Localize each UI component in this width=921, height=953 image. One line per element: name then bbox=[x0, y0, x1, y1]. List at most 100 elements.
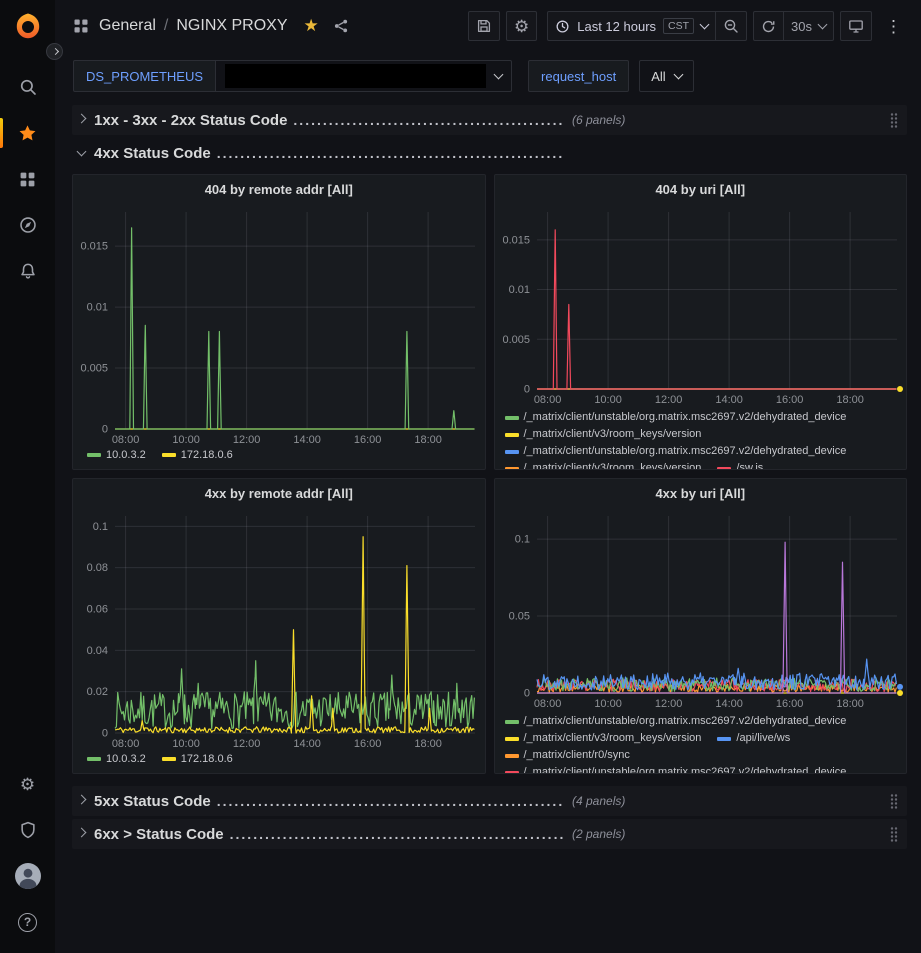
legend-swatch bbox=[505, 737, 519, 741]
sidebar-item-help[interactable]: ? bbox=[0, 899, 55, 945]
timeseries-chart[interactable]: 00.020.040.060.080.108:0010:0012:0014:00… bbox=[73, 507, 485, 751]
row-drag-handle[interactable] bbox=[889, 793, 899, 809]
timeseries-chart[interactable]: 00.0050.010.01508:0010:0012:0014:0016:00… bbox=[495, 203, 907, 407]
legend-item[interactable]: /_matrix/client/unstable/org.matrix.msc2… bbox=[505, 409, 847, 426]
favorite-star-icon[interactable]: ★ bbox=[304, 16, 319, 36]
cycle-view-button[interactable] bbox=[840, 11, 872, 41]
svg-text:0.1: 0.1 bbox=[514, 534, 529, 546]
svg-text:18:00: 18:00 bbox=[414, 434, 442, 446]
zoom-out-icon bbox=[723, 18, 739, 34]
legend-item[interactable]: /api/live/ws bbox=[717, 730, 790, 747]
legend-item[interactable]: /_matrix/client/v3/room_keys/version bbox=[505, 730, 702, 747]
legend-item[interactable]: /_matrix/client/v3/room_keys/version bbox=[505, 426, 702, 443]
legend-item[interactable]: /_matrix/client/r0/sync bbox=[505, 747, 630, 764]
legend-item[interactable]: /sw.js bbox=[717, 460, 763, 469]
sidebar-expand-toggle[interactable] bbox=[46, 43, 63, 60]
refresh-interval-picker[interactable]: 30s bbox=[784, 11, 834, 41]
svg-text:10:00: 10:00 bbox=[172, 738, 200, 750]
legend-item[interactable]: /_matrix/client/unstable/org.matrix.msc2… bbox=[505, 764, 847, 773]
svg-text:0: 0 bbox=[102, 728, 108, 740]
zoom-out-button[interactable] bbox=[716, 11, 747, 41]
star-icon bbox=[18, 124, 37, 143]
sidebar-item-alerting[interactable] bbox=[0, 248, 55, 294]
datasource-variable: DS_PROMETHEUS bbox=[73, 60, 512, 92]
refresh-button[interactable] bbox=[753, 11, 784, 41]
breadcrumb-section[interactable]: General bbox=[99, 17, 156, 35]
share-icon[interactable] bbox=[333, 18, 349, 34]
dashboards-grid-icon[interactable] bbox=[73, 18, 89, 34]
svg-text:0.01: 0.01 bbox=[87, 302, 108, 314]
svg-text:08:00: 08:00 bbox=[112, 738, 140, 750]
chevron-down-icon bbox=[77, 147, 87, 157]
panel-header-menu[interactable]: 404 by uri [All] bbox=[495, 175, 907, 203]
sidebar-item-starred[interactable] bbox=[0, 110, 55, 156]
sidebar: ⚙ ? bbox=[0, 0, 55, 953]
row-panel-count: (2 panels) bbox=[572, 827, 625, 841]
refresh-icon bbox=[761, 19, 776, 34]
main-area: General / NGINX PROXY ★ bbox=[55, 0, 921, 953]
svg-text:0.015: 0.015 bbox=[502, 234, 530, 246]
sidebar-item-explore[interactable] bbox=[0, 202, 55, 248]
legend-item[interactable]: 10.0.3.2 bbox=[87, 753, 146, 765]
panel-header-menu[interactable]: 404 by remote addr [All] bbox=[73, 175, 485, 203]
time-range-picker[interactable]: Last 12 hours CST bbox=[547, 11, 716, 41]
sidebar-item-server-admin[interactable] bbox=[0, 807, 55, 853]
svg-text:14:00: 14:00 bbox=[293, 738, 321, 750]
legend-item[interactable]: 10.0.3.2 bbox=[87, 449, 146, 461]
legend-label: /_matrix/client/v3/room_keys/version bbox=[524, 426, 702, 443]
svg-text:0.1: 0.1 bbox=[93, 521, 108, 533]
panel-title: 404 by remote addr [All] bbox=[205, 182, 353, 197]
timezone-badge: CST bbox=[663, 18, 694, 34]
chevron-right-icon bbox=[77, 795, 87, 805]
timeseries-chart[interactable]: 00.0050.010.01508:0010:0012:0014:0016:00… bbox=[73, 203, 485, 447]
redacted-value bbox=[225, 64, 486, 88]
datasource-variable-value[interactable] bbox=[216, 60, 512, 92]
kebab-menu-button[interactable]: ⋮ bbox=[878, 11, 909, 41]
legend-label: /_matrix/client/v3/room_keys/version bbox=[524, 730, 702, 747]
row-6xx[interactable]: 6xx > Status Code ......................… bbox=[72, 819, 907, 849]
svg-text:14:00: 14:00 bbox=[715, 394, 743, 406]
svg-text:10:00: 10:00 bbox=[172, 434, 200, 446]
panel-header-menu[interactable]: 4xx by remote addr [All] bbox=[73, 479, 485, 507]
gear-icon: ⚙ bbox=[20, 776, 35, 793]
svg-text:0.015: 0.015 bbox=[80, 241, 108, 253]
row-dots: ........................................… bbox=[217, 793, 564, 809]
svg-text:0.02: 0.02 bbox=[87, 686, 108, 698]
top-bar: General / NGINX PROXY ★ bbox=[55, 0, 921, 52]
legend-swatch bbox=[87, 453, 101, 457]
timeseries-chart[interactable]: 00.050.108:0010:0012:0014:0016:0018:00 bbox=[495, 507, 907, 711]
sidebar-item-settings[interactable]: ⚙ bbox=[0, 761, 55, 807]
sidebar-item-search[interactable] bbox=[0, 64, 55, 110]
save-dashboard-button[interactable] bbox=[468, 11, 500, 41]
request-host-variable: request_host All bbox=[528, 60, 694, 92]
row-drag-handle[interactable] bbox=[889, 826, 899, 842]
legend-item[interactable]: 172.18.0.6 bbox=[162, 753, 233, 765]
request-host-variable-label[interactable]: request_host bbox=[528, 60, 629, 92]
row-5xx[interactable]: 5xx Status Code ........................… bbox=[72, 786, 907, 816]
row-dots: ........................................… bbox=[217, 145, 564, 161]
panel-header-menu[interactable]: 4xx by uri [All] bbox=[495, 479, 907, 507]
svg-text:18:00: 18:00 bbox=[836, 698, 864, 710]
chevron-right-icon bbox=[77, 828, 87, 838]
sidebar-item-profile[interactable] bbox=[0, 853, 55, 899]
legend-item[interactable]: /_matrix/client/v3/room_keys/version bbox=[505, 460, 702, 469]
legend-swatch bbox=[162, 757, 176, 761]
request-host-variable-value[interactable]: All bbox=[639, 60, 693, 92]
row-drag-handle[interactable] bbox=[889, 112, 899, 128]
legend-item[interactable]: /_matrix/client/unstable/org.matrix.msc2… bbox=[505, 443, 847, 460]
row-1xx-3xx-2xx[interactable]: 1xx - 3xx - 2xx Status Code ............… bbox=[72, 105, 907, 135]
breadcrumb-title[interactable]: NGINX PROXY bbox=[176, 17, 287, 35]
grafana-logo-icon bbox=[13, 12, 43, 42]
legend-label: /_matrix/client/unstable/org.matrix.msc2… bbox=[524, 713, 847, 730]
sidebar-item-dashboards[interactable] bbox=[0, 156, 55, 202]
legend-item[interactable]: /_matrix/client/unstable/org.matrix.msc2… bbox=[505, 713, 847, 730]
sidebar-nav bbox=[0, 64, 55, 294]
legend-label: 172.18.0.6 bbox=[181, 449, 233, 461]
datasource-variable-label[interactable]: DS_PROMETHEUS bbox=[73, 60, 216, 92]
row-4xx[interactable]: 4xx Status Code ........................… bbox=[72, 138, 907, 168]
row-title: 1xx - 3xx - 2xx Status Code bbox=[94, 112, 287, 129]
legend-item[interactable]: 172.18.0.6 bbox=[162, 449, 233, 461]
panel-grid-4xx: 404 by remote addr [All] 00.0050.010.0150… bbox=[72, 174, 907, 774]
dashboard-settings-button[interactable]: ⚙ bbox=[506, 11, 537, 41]
chevron-down-icon bbox=[673, 70, 683, 80]
